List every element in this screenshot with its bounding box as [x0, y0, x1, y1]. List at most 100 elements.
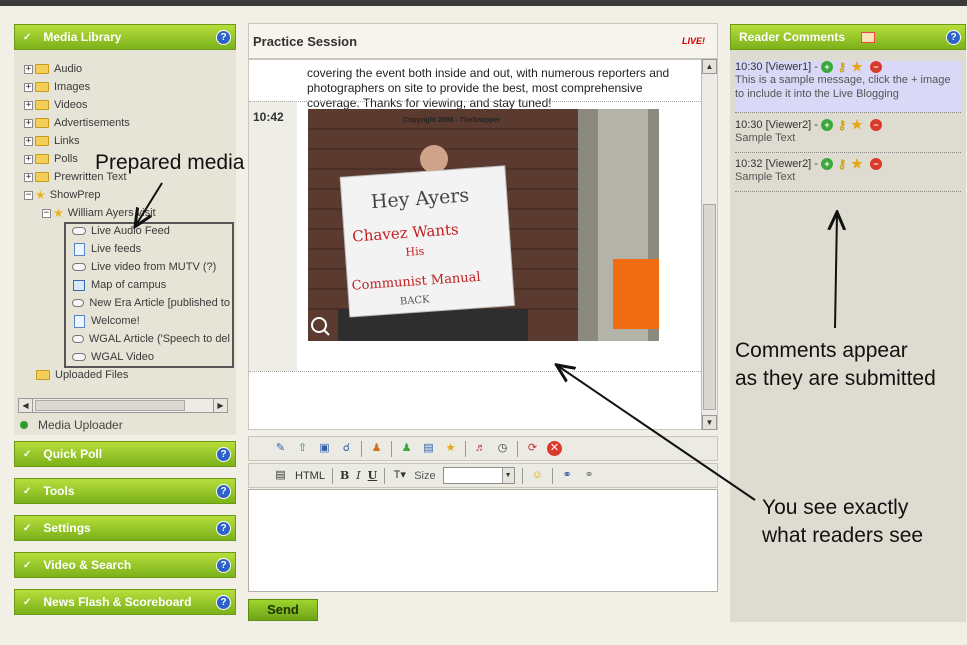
scrollbar-thumb[interactable] — [703, 204, 716, 410]
tree-label: Uploaded Files — [55, 369, 129, 381]
collapse-icon[interactable]: − — [42, 208, 51, 218]
tree-label: ShowPrep — [49, 189, 101, 201]
comment-item: 10:30 [Viewer2] - + ⚷ ★ − Sample Text — [735, 118, 961, 153]
media-library-header[interactable]: ✓ Media Library ? — [14, 24, 236, 50]
expand-icon[interactable]: + — [24, 118, 33, 128]
vertical-scrollbar[interactable]: ▲ ▼ — [701, 59, 717, 430]
key-icon[interactable]: ⚷ — [836, 119, 848, 131]
picture-icon[interactable]: ▤ — [421, 441, 436, 456]
media-item[interactable]: Live feeds — [72, 241, 230, 257]
tree-item-links[interactable]: + Links — [24, 133, 80, 149]
upload-icon[interactable]: ⇧ — [295, 441, 310, 456]
scroll-down-icon[interactable]: ▼ — [702, 415, 717, 430]
video-search-header[interactable]: ✓ Video & Search ? — [14, 552, 236, 578]
add-icon[interactable]: + — [820, 119, 833, 131]
tree-item-william-ayers-visit[interactable]: − ★ William Ayers visit — [42, 205, 156, 221]
bold-button[interactable]: B — [340, 469, 349, 482]
expand-icon[interactable]: + — [24, 136, 33, 146]
media-item[interactable]: Welcome! — [72, 313, 230, 329]
expand-icon[interactable]: + — [24, 64, 33, 74]
expand-icon[interactable]: + — [24, 154, 33, 164]
delete-icon[interactable]: − — [869, 61, 882, 73]
expand-icon[interactable]: + — [24, 172, 33, 182]
insert-link-icon[interactable]: ⚭ — [560, 468, 575, 483]
star-icon[interactable]: ★ — [851, 157, 863, 170]
scroll-right-icon[interactable]: ▶ — [213, 399, 227, 412]
entry-separator — [249, 371, 701, 372]
send-button[interactable]: Send — [248, 599, 318, 621]
rss-icon[interactable] — [861, 31, 876, 43]
help-icon[interactable]: ? — [946, 30, 961, 45]
html-source-icon[interactable]: ▤ — [273, 468, 288, 483]
people-icon[interactable]: ♟ — [399, 441, 414, 456]
help-icon[interactable]: ? — [216, 447, 231, 462]
scrollbar-thumb[interactable] — [35, 400, 185, 411]
media-item[interactable]: New Era Article [published to — [72, 295, 230, 311]
chevron-down-icon[interactable]: ▼ — [501, 468, 514, 483]
tree-item-videos[interactable]: + Videos — [24, 97, 87, 113]
search-icon[interactable]: ☌ — [339, 441, 354, 456]
scroll-left-icon[interactable]: ◀ — [19, 399, 33, 412]
tree-item-images[interactable]: + Images — [24, 79, 90, 95]
html-button[interactable]: HTML — [295, 470, 325, 482]
feed-photo[interactable]: Copyright 2008 - TheSnapper Hey Ayers Ch… — [308, 109, 659, 341]
help-icon[interactable]: ? — [216, 484, 231, 499]
folder-icon — [36, 370, 50, 380]
media-item[interactable]: Live Audio Feed — [72, 223, 230, 239]
comment-text: Sample Text — [735, 171, 796, 183]
audio-icon[interactable]: ♬ — [473, 441, 488, 456]
folder-icon — [35, 82, 49, 92]
unlink-icon[interactable]: ⚭ — [582, 468, 597, 483]
tools-header[interactable]: ✓ Tools ? — [14, 478, 236, 504]
add-icon[interactable]: + — [820, 158, 833, 170]
refresh-icon[interactable]: ⟳ — [525, 441, 540, 456]
key-icon[interactable]: ⚷ — [836, 158, 848, 170]
scroll-up-icon[interactable]: ▲ — [702, 59, 717, 74]
size-select[interactable]: ▼ — [442, 467, 515, 484]
news-flash-header[interactable]: ✓ News Flash & Scoreboard ? — [14, 589, 236, 615]
settings-header[interactable]: ✓ Settings ? — [14, 515, 236, 541]
help-icon[interactable]: ? — [216, 558, 231, 573]
star-icon[interactable]: ★ — [443, 441, 458, 456]
clock-icon[interactable]: ◷ — [495, 441, 510, 456]
media-uploader-link[interactable]: Media Uploader — [20, 418, 123, 432]
collapse-icon[interactable]: − — [24, 190, 33, 200]
help-icon[interactable]: ? — [216, 595, 231, 610]
reader-comments-header[interactable]: Reader Comments ? — [730, 24, 966, 50]
delete-icon[interactable]: − — [869, 119, 882, 131]
help-icon[interactable]: ? — [216, 30, 231, 45]
underline-button[interactable]: U — [368, 469, 378, 482]
comment-item: 10:30 [Viewer1] - + ⚷ ★ − This is a samp… — [735, 60, 961, 113]
delete-icon[interactable]: − — [869, 158, 882, 170]
star-icon[interactable]: ★ — [851, 118, 863, 131]
expand-icon[interactable]: + — [24, 82, 33, 92]
tree-item-advertisements[interactable]: + Advertisements — [24, 115, 130, 131]
panel-title: Quick Poll — [43, 447, 103, 461]
tree-item-uploaded-files[interactable]: Uploaded Files — [36, 367, 128, 383]
italic-button[interactable]: I — [356, 469, 360, 482]
media-item[interactable]: Live video from MUTV (?) — [72, 259, 230, 275]
star-icon[interactable]: ★ — [851, 60, 863, 73]
media-item[interactable]: Map of campus — [72, 277, 230, 293]
toolbar-separator — [517, 440, 518, 457]
tree-item-audio[interactable]: + Audio — [24, 61, 82, 77]
media-item[interactable]: WGAL Video — [72, 349, 230, 365]
users-icon[interactable]: ♟ — [369, 441, 384, 456]
horizontal-scrollbar[interactable]: ◀ ▶ — [18, 398, 228, 413]
close-icon[interactable]: ✕ — [547, 441, 562, 456]
smiley-icon[interactable]: ☺ — [530, 468, 545, 483]
quick-poll-header[interactable]: ✓ Quick Poll ? — [14, 441, 236, 467]
tree-item-showprep[interactable]: − ★ ShowPrep — [24, 187, 101, 203]
edit-icon[interactable]: ✎ — [273, 441, 288, 456]
toolbar-separator — [391, 440, 392, 457]
media-item[interactable]: WGAL Article ('Speech to del — [72, 331, 230, 347]
media-item-label: Map of campus — [91, 279, 167, 291]
tree-item-polls[interactable]: + Polls — [24, 151, 78, 167]
add-icon[interactable]: + — [820, 61, 833, 73]
text-color-icon[interactable]: T▾ — [392, 468, 407, 483]
image-insert-icon[interactable]: ▣ — [317, 441, 332, 456]
key-icon[interactable]: ⚷ — [836, 61, 848, 73]
expand-icon[interactable]: + — [24, 100, 33, 110]
help-icon[interactable]: ? — [216, 521, 231, 536]
post-editor[interactable] — [248, 489, 718, 592]
